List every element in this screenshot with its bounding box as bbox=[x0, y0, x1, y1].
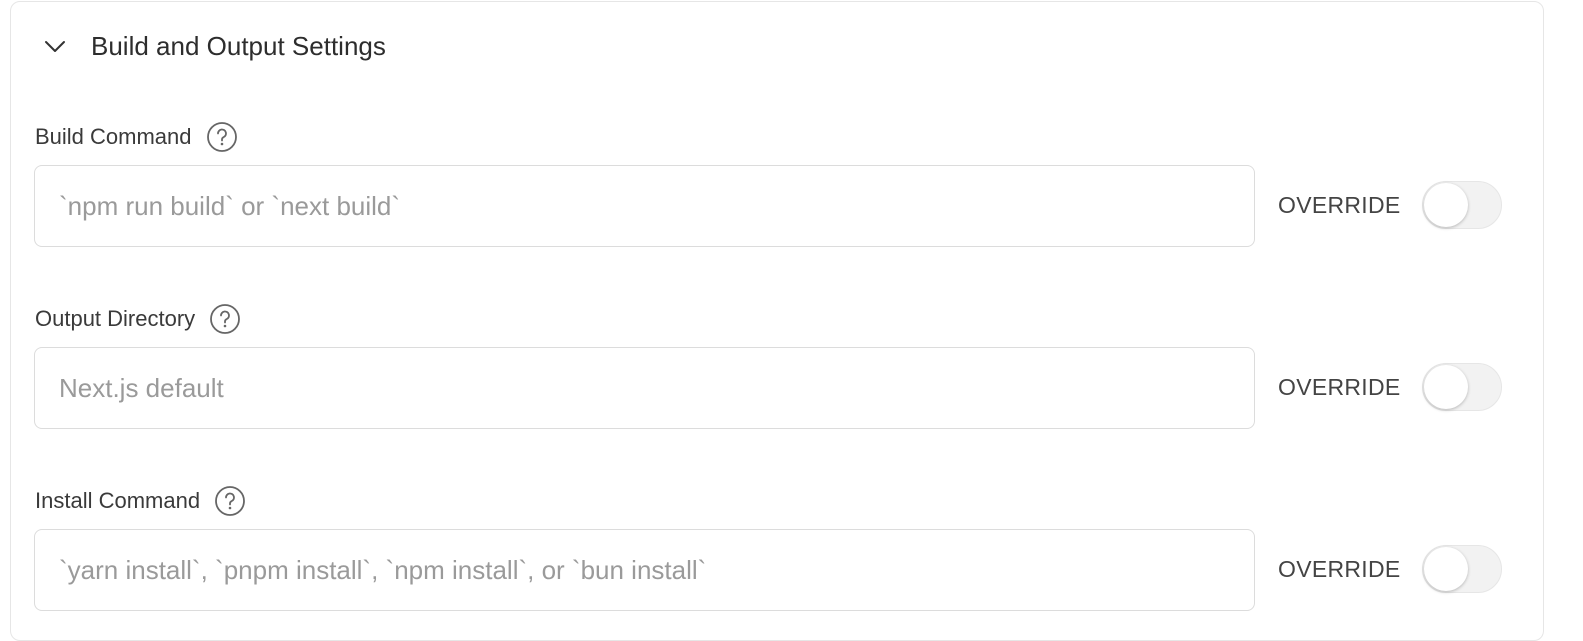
output-directory-override-label: OVERRIDE bbox=[1278, 374, 1401, 400]
help-icon[interactable] bbox=[214, 485, 246, 517]
output-directory-field: Output Directory OVERRIDE bbox=[11, 302, 1543, 452]
toggle-knob bbox=[1424, 547, 1468, 591]
output-directory-override-toggle[interactable] bbox=[1422, 363, 1502, 411]
section-title: Build and Output Settings bbox=[91, 31, 386, 61]
install-command-override-toggle[interactable] bbox=[1422, 545, 1502, 593]
help-icon[interactable] bbox=[206, 121, 238, 153]
section-header[interactable]: Build and Output Settings bbox=[11, 2, 1543, 90]
install-command-label: Install Command bbox=[35, 488, 201, 513]
toggle-knob bbox=[1424, 183, 1468, 227]
chevron-down-icon[interactable] bbox=[43, 35, 67, 59]
toggle-knob bbox=[1424, 365, 1468, 409]
install-command-input[interactable] bbox=[34, 529, 1255, 611]
install-command-override-label: OVERRIDE bbox=[1278, 556, 1401, 582]
build-command-input[interactable] bbox=[34, 165, 1255, 247]
output-directory-label: Output Directory bbox=[35, 306, 196, 331]
build-output-settings-panel: Build and Output Settings Build Command … bbox=[10, 1, 1544, 641]
install-command-label-row: Install Command bbox=[35, 484, 246, 518]
build-command-label: Build Command bbox=[35, 124, 192, 149]
output-directory-input[interactable] bbox=[34, 347, 1255, 429]
build-command-override-label: OVERRIDE bbox=[1278, 192, 1401, 218]
build-command-field: Build Command OVERRIDE bbox=[11, 120, 1543, 270]
help-icon[interactable] bbox=[209, 303, 241, 335]
build-command-label-row: Build Command bbox=[35, 120, 238, 154]
build-command-override-toggle[interactable] bbox=[1422, 181, 1502, 229]
install-command-field: Install Command OVERRIDE bbox=[11, 484, 1543, 634]
output-directory-label-row: Output Directory bbox=[35, 302, 241, 336]
